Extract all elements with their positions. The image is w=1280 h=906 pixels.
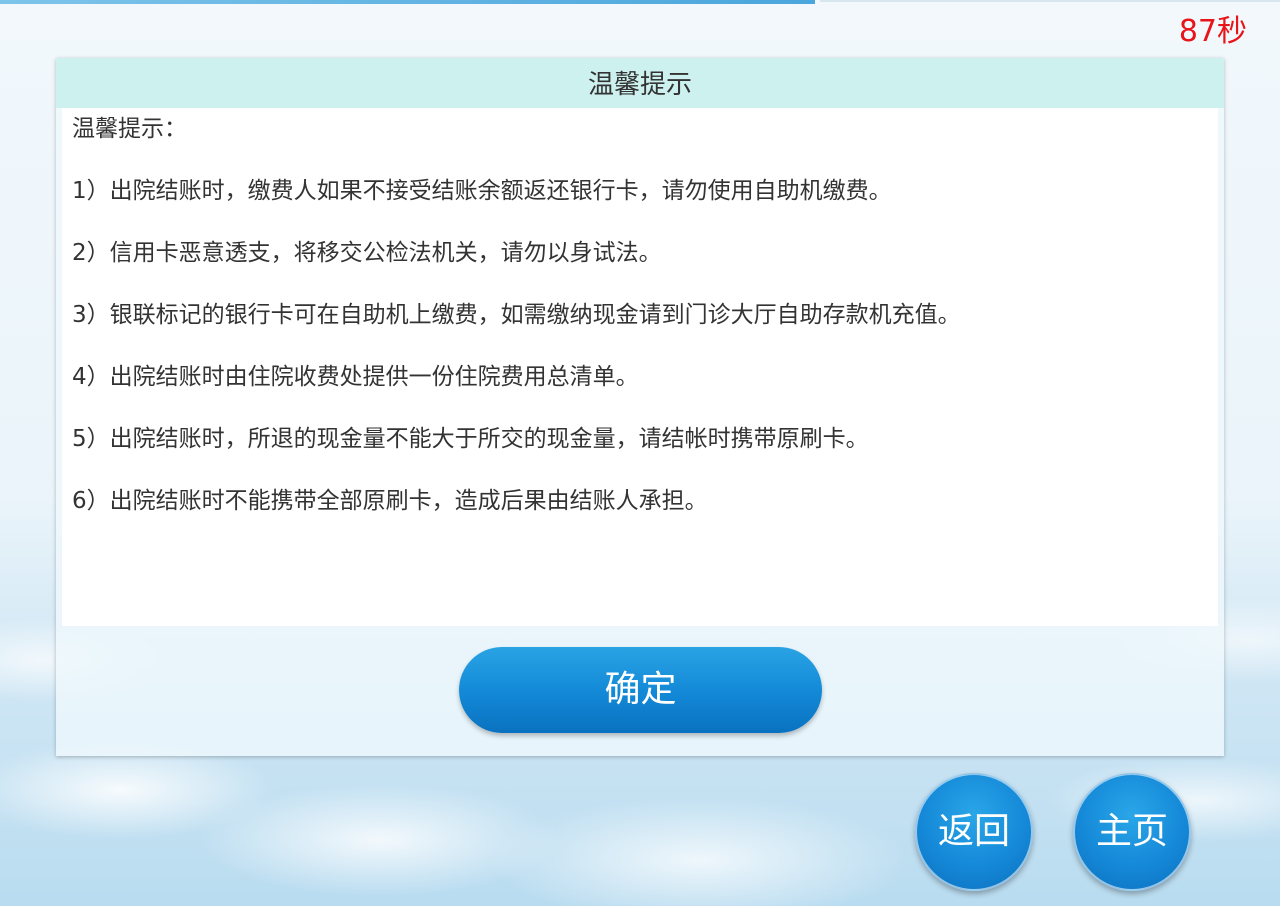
dialog-body: 温馨提示： 1）出院结账时，缴费人如果不接受结账余额返还银行卡，请勿使用自助机缴…: [62, 108, 1218, 626]
notice-item-4: 4）出院结账时由住院收费处提供一份住院费用总清单。: [72, 364, 639, 390]
confirm-button[interactable]: 确定: [459, 647, 822, 733]
notice-item-2: 2）信用卡恶意透支，将移交公检法机关，请勿以身试法。: [72, 240, 662, 266]
back-button[interactable]: 返回: [915, 773, 1033, 891]
notice-heading: 温馨提示：: [72, 116, 187, 142]
top-progress-bar: [0, 0, 815, 4]
dialog-title: 温馨提示: [56, 58, 1224, 108]
notice-item-5: 5）出院结账时，所退的现金量不能大于所交的现金量，请结帐时携带原刷卡。: [72, 426, 869, 452]
notice-dialog: 温馨提示 温馨提示： 1）出院结账时，缴费人如果不接受结账余额返还银行卡，请勿使…: [56, 58, 1224, 756]
notice-item-1: 1）出院结账时，缴费人如果不接受结账余额返还银行卡，请勿使用自助机缴费。: [72, 178, 892, 204]
notice-item-6: 6）出院结账时不能携带全部原刷卡，造成后果由结账人承担。: [72, 488, 708, 514]
notice-item-3: 3）银联标记的银行卡可在自助机上缴费，如需缴纳现金请到门诊大厅自助存款机充值。: [72, 302, 961, 328]
top-bar-track: [820, 0, 1280, 2]
home-button[interactable]: 主页: [1073, 773, 1191, 891]
countdown-timer: 87秒: [1178, 14, 1247, 49]
